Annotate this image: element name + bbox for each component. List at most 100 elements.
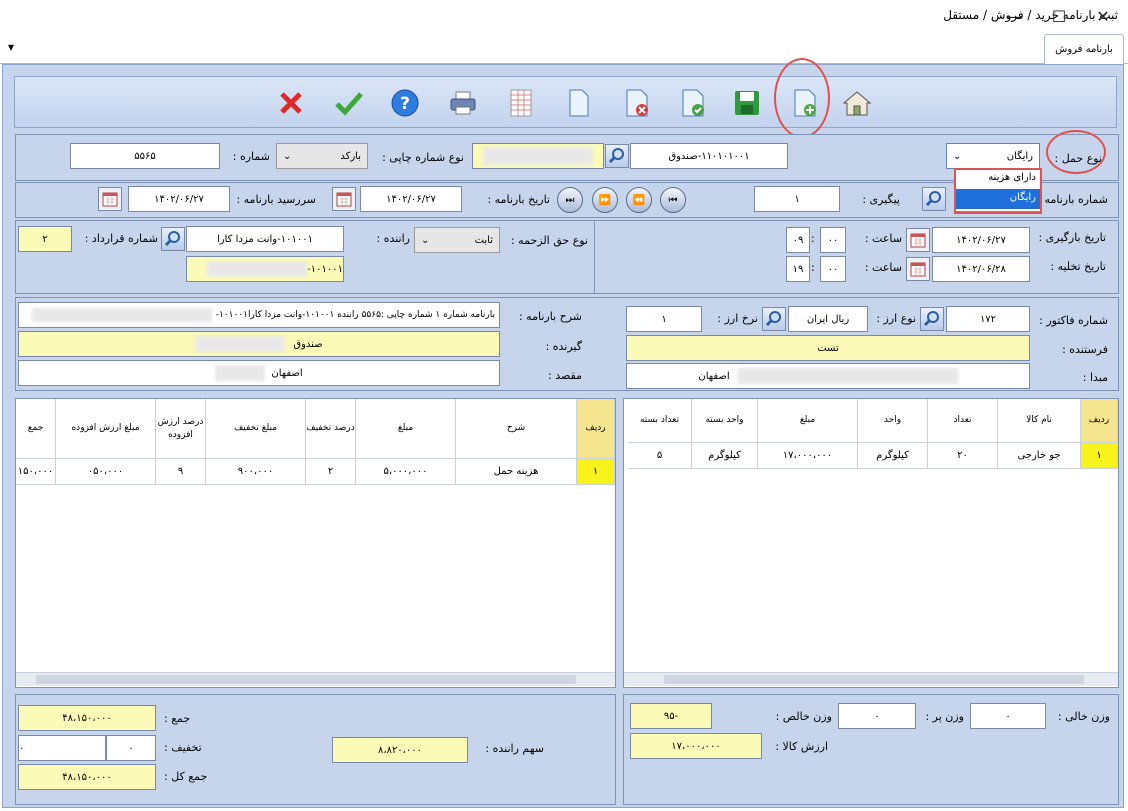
tab-sales-waybill[interactable]: بارنامه فروش bbox=[1044, 34, 1124, 64]
home-icon[interactable] bbox=[840, 86, 874, 120]
costs-cell-discount-amount[interactable]: ۹۰۰،۰۰۰ bbox=[206, 459, 306, 485]
costs-col-row[interactable]: ردیف bbox=[577, 399, 615, 459]
costs-col-vat-amount[interactable]: مبلغ ارزش افزوده bbox=[56, 399, 156, 459]
load-minute-field[interactable]: ۰۰ bbox=[820, 227, 846, 253]
sum-field[interactable]: ۴۸،۱۵۰،۰۰۰ bbox=[18, 705, 156, 731]
search-icon[interactable] bbox=[922, 187, 946, 211]
search-icon[interactable] bbox=[762, 307, 786, 331]
empty-weight-field[interactable]: ۰ bbox=[970, 703, 1046, 729]
origin-field[interactable]: اصفهان bbox=[626, 363, 1030, 389]
toll-type-select[interactable]: ثابت ⌄ bbox=[414, 227, 500, 253]
table-row[interactable]: ۱ bbox=[577, 459, 615, 485]
driver-field[interactable]: ۱۰۱۰۰۱-وانت مزدا کارا bbox=[186, 226, 344, 252]
search-icon[interactable] bbox=[605, 144, 629, 168]
last-record-icon[interactable]: ⏭ bbox=[557, 187, 583, 213]
search-icon[interactable] bbox=[161, 227, 185, 251]
costs-cell-total[interactable]: ۱۵۰،۰۰۰ bbox=[16, 459, 56, 485]
costs-cell-vat-amount[interactable]: ۰۵۰،۰۰۰ bbox=[56, 459, 156, 485]
confirm-icon[interactable] bbox=[332, 86, 366, 120]
costs-cell-description[interactable]: هزینه حمل bbox=[456, 459, 577, 485]
invoice-field[interactable]: ۱۷۲ bbox=[946, 306, 1030, 332]
costs-col-total[interactable]: جمع bbox=[16, 399, 56, 459]
account-field[interactable]: ۱۱۰۱۰۱۰۰۱-صندوق bbox=[630, 143, 788, 169]
goods-col-row[interactable]: ردیف bbox=[1081, 399, 1118, 443]
goods-col-pack-unit[interactable]: واحد بسته bbox=[692, 399, 758, 443]
calendar-icon[interactable] bbox=[98, 187, 122, 211]
goods-cell-name[interactable]: جو خارجی bbox=[998, 443, 1081, 469]
waybill-date-field[interactable]: ۱۴۰۲/۰۶/۲۷ bbox=[360, 186, 462, 212]
search-icon[interactable] bbox=[920, 307, 944, 331]
close-window-button[interactable]: ✕ bbox=[1080, 0, 1126, 32]
scrollbar-thumb[interactable] bbox=[36, 675, 576, 684]
costs-col-discount-percent[interactable]: درصد تخفیف bbox=[306, 399, 356, 459]
approve-document-icon[interactable] bbox=[676, 86, 710, 120]
costs-cell-amount[interactable]: ۵،۰۰۰،۰۰۰ bbox=[356, 459, 456, 485]
load-hour-field[interactable]: ۰۹ bbox=[786, 227, 810, 253]
account-name-field[interactable] bbox=[472, 143, 604, 169]
transport-type-select[interactable]: رایگان ⌄ bbox=[946, 143, 1040, 169]
goods-cell-unit[interactable]: کیلوگرم bbox=[858, 443, 928, 469]
goods-cell-count[interactable]: ۲۰ bbox=[928, 443, 998, 469]
goods-cell-amount[interactable]: ۱۷،۰۰۰،۰۰۰ bbox=[758, 443, 858, 469]
table-icon[interactable] bbox=[504, 86, 538, 120]
costs-cell-vat-percent[interactable]: ۹ bbox=[156, 459, 206, 485]
next-record-icon[interactable]: ⏩ bbox=[592, 187, 618, 213]
goods-col-pack-count[interactable]: تعداد بسته bbox=[628, 399, 692, 443]
costs-col-vat-percent[interactable]: درصد ارزش افزوده bbox=[156, 399, 206, 459]
due-date-field[interactable]: ۱۴۰۲/۰۶/۲۷ bbox=[128, 186, 230, 212]
table-row[interactable]: ۱ bbox=[1081, 443, 1118, 469]
currency-rate-field[interactable]: ۱ bbox=[626, 306, 702, 332]
goods-table-scrollbar[interactable] bbox=[624, 672, 1118, 686]
unload-hour-field[interactable]: ۱۹ bbox=[786, 256, 810, 282]
tracking-label: پیگیری : bbox=[862, 193, 900, 206]
unload-date-field[interactable]: ۱۴۰۲/۰۶/۲۸ bbox=[932, 256, 1030, 282]
driver-share-field[interactable]: ۸،۸۲۰،۰۰۰ bbox=[332, 737, 468, 763]
cancel-icon[interactable] bbox=[274, 86, 308, 120]
receiver-field[interactable]: صندوق bbox=[18, 331, 500, 357]
discount-percent-field[interactable]: ۰ bbox=[106, 735, 156, 761]
tab-menu-arrow-icon[interactable]: ▾ bbox=[8, 40, 14, 54]
chevron-down-icon: ⌄ bbox=[421, 234, 430, 246]
help-icon[interactable]: ? bbox=[388, 86, 422, 120]
costs-table-scrollbar[interactable] bbox=[16, 672, 615, 686]
goods-col-amount[interactable]: مبلغ bbox=[758, 399, 858, 443]
load-date-field[interactable]: ۱۴۰۲/۰۶/۲۷ bbox=[932, 227, 1030, 253]
goods-cell-pack-count[interactable]: ۵ bbox=[628, 443, 692, 469]
costs-col-discount-amount[interactable]: مبلغ تخفیف bbox=[206, 399, 306, 459]
currency-type-field[interactable]: ریال ایران bbox=[788, 306, 868, 332]
destination-field[interactable]: اصفهان bbox=[18, 360, 500, 386]
goods-col-name[interactable]: نام کالا bbox=[998, 399, 1081, 443]
goods-col-count[interactable]: تعداد bbox=[928, 399, 998, 443]
print-number-type-label: نوع شماره چاپی : bbox=[382, 151, 464, 164]
costs-cell-discount-percent[interactable]: ۲ bbox=[306, 459, 356, 485]
previous-record-icon[interactable]: ⏪ bbox=[626, 187, 652, 213]
costs-col-description[interactable]: شرح bbox=[456, 399, 577, 459]
calendar-icon[interactable] bbox=[906, 257, 930, 281]
contract-field[interactable]: ۲ bbox=[18, 226, 72, 252]
delete-document-icon[interactable] bbox=[620, 86, 654, 120]
driver-account-field[interactable]: ۱۰۱۰۰۱- bbox=[186, 256, 344, 282]
costs-col-amount[interactable]: مبلغ bbox=[356, 399, 456, 459]
goods-col-unit[interactable]: واحد bbox=[858, 399, 928, 443]
minimize-button[interactable]: — bbox=[992, 0, 1038, 32]
save-icon[interactable] bbox=[730, 86, 764, 120]
goods-value-field[interactable]: ۱۷،۰۰۰،۰۰۰ bbox=[630, 733, 762, 759]
unload-minute-field[interactable]: ۰۰ bbox=[820, 256, 846, 282]
calendar-icon[interactable] bbox=[332, 187, 356, 211]
first-record-icon[interactable]: ⏮ bbox=[660, 187, 686, 213]
net-weight-field[interactable]: -۹۵ bbox=[630, 703, 712, 729]
calendar-icon[interactable] bbox=[906, 228, 930, 252]
scrollbar-thumb[interactable] bbox=[664, 675, 1084, 684]
print-number-type-select[interactable]: بارکد ⌄ bbox=[276, 143, 368, 169]
maximize-button[interactable]: ☐ bbox=[1036, 0, 1082, 32]
full-weight-field[interactable]: ۰ bbox=[838, 703, 916, 729]
number-field[interactable]: ۵۵۶۵ bbox=[70, 143, 220, 169]
tracking-field[interactable]: ۱ bbox=[754, 186, 840, 212]
sender-field[interactable]: تست bbox=[626, 335, 1030, 361]
description-field[interactable]: بارنامه شماره ۱ شماره چاپی :۵۵۶۵ راننده … bbox=[18, 302, 500, 328]
document-icon[interactable] bbox=[562, 86, 596, 120]
discount-amount-field[interactable]: ۰ bbox=[18, 735, 106, 761]
print-icon[interactable] bbox=[446, 86, 480, 120]
grand-total-field[interactable]: ۴۸،۱۵۰،۰۰۰ bbox=[18, 764, 156, 790]
goods-cell-pack-unit[interactable]: کیلوگرم bbox=[692, 443, 758, 469]
